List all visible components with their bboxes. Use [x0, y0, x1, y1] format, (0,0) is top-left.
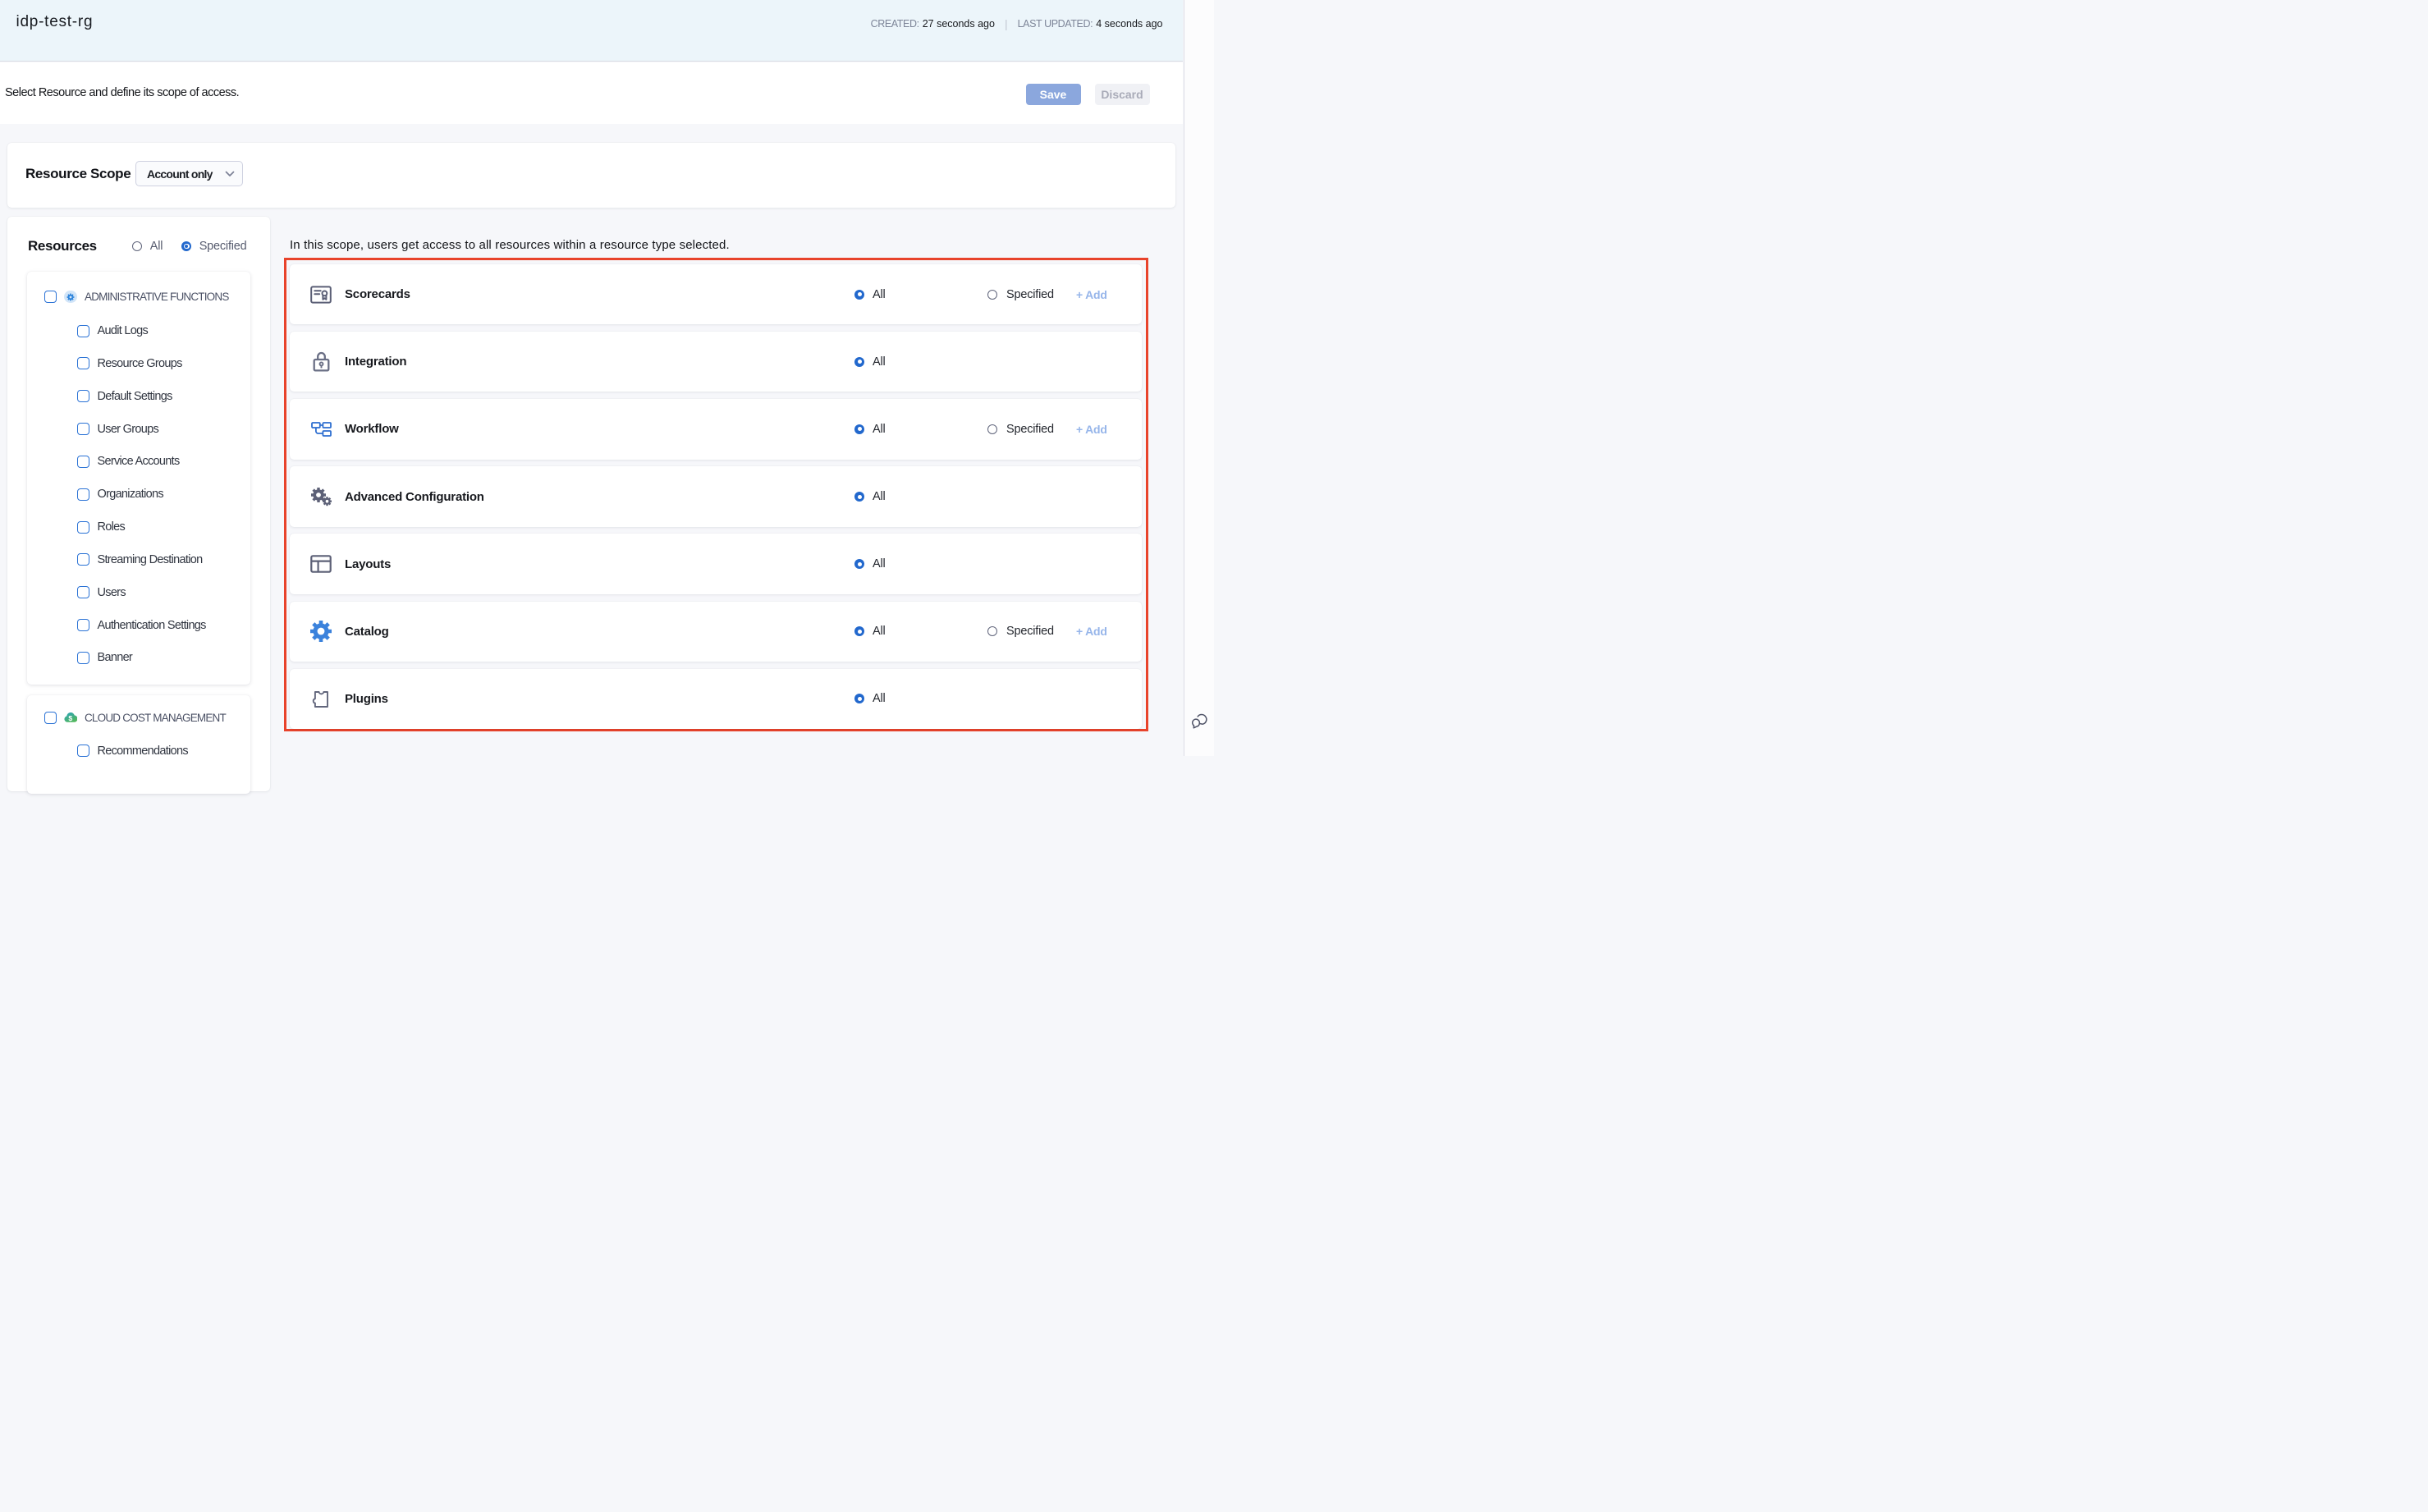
- svg-text:$: $: [69, 714, 73, 722]
